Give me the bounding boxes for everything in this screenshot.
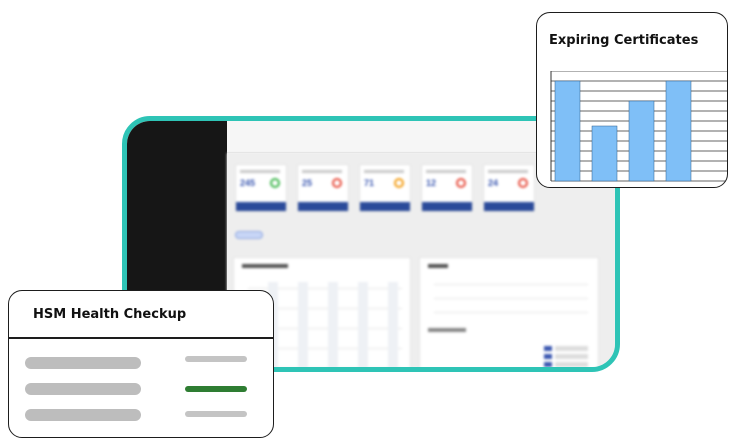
card-title: HSM Health Checkup bbox=[33, 307, 187, 322]
checkup-row-status bbox=[185, 386, 247, 392]
checkup-row-label bbox=[25, 357, 141, 369]
filter-pill[interactable] bbox=[235, 231, 263, 239]
status-indicator-icon bbox=[456, 178, 466, 188]
stat-card-button[interactable] bbox=[360, 202, 410, 211]
stat-card-button[interactable] bbox=[422, 202, 472, 211]
expiring-certificates-chart bbox=[550, 71, 727, 182]
panel-title bbox=[242, 264, 288, 268]
stat-value: 25 bbox=[302, 178, 313, 188]
status-indicator-icon bbox=[394, 178, 404, 188]
chart-bar bbox=[628, 100, 655, 182]
stat-card-button[interactable] bbox=[236, 202, 286, 211]
stat-card: 24 bbox=[483, 164, 535, 212]
stat-card-button[interactable] bbox=[298, 202, 348, 211]
stat-card: 25 bbox=[297, 164, 349, 212]
status-indicator-icon bbox=[518, 178, 528, 188]
expiring-certificates-card: Expiring Certificates bbox=[536, 12, 728, 188]
stat-value: 12 bbox=[426, 178, 437, 188]
card-title: Expiring Certificates bbox=[549, 33, 699, 48]
stat-value: 24 bbox=[488, 178, 499, 188]
stat-card-button[interactable] bbox=[484, 202, 534, 211]
stat-value: 245 bbox=[240, 178, 256, 188]
status-indicator-icon bbox=[332, 178, 342, 188]
checkup-row-label bbox=[25, 409, 141, 421]
chart-bar bbox=[665, 80, 692, 182]
chart-legend bbox=[544, 346, 588, 367]
status-indicator-icon bbox=[270, 178, 280, 188]
hsm-health-checkup-card: HSM Health Checkup bbox=[8, 290, 274, 438]
panel-title bbox=[428, 264, 448, 268]
checkup-row-label bbox=[25, 383, 141, 395]
stat-card: 12 bbox=[421, 164, 473, 212]
stat-card: 245 bbox=[235, 164, 287, 212]
stat-card: 71 bbox=[359, 164, 411, 212]
divider bbox=[9, 337, 273, 339]
hsm-status-panel bbox=[419, 257, 599, 367]
checkup-row-status bbox=[185, 356, 247, 362]
stat-value: 71 bbox=[364, 178, 375, 188]
chart-bar bbox=[554, 80, 581, 182]
checkup-row-status bbox=[185, 411, 247, 417]
panel-subtitle bbox=[428, 328, 466, 332]
marketing-illustration: 245 25 71 12 24 Expiring Certificates HS… bbox=[0, 0, 730, 440]
chart-bar bbox=[591, 125, 618, 182]
